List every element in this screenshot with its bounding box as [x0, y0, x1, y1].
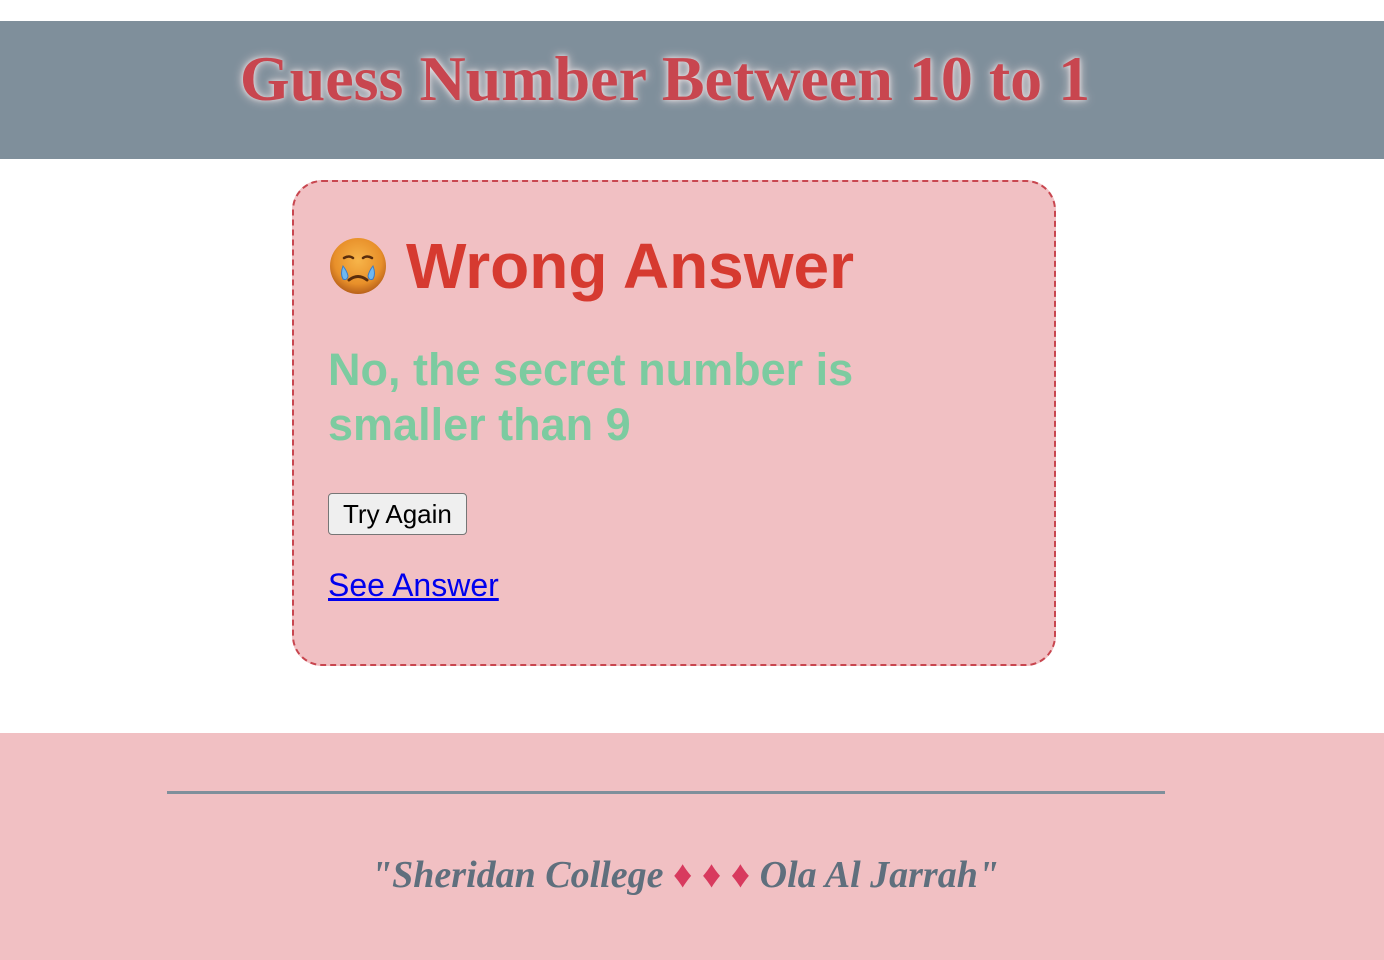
crying-face-icon — [328, 236, 388, 296]
footer-author: Ola Al Jarrah — [759, 854, 978, 896]
result-heading: Wrong Answer — [406, 230, 855, 302]
footer-college: Sheridan College — [392, 854, 664, 896]
footer-divider — [167, 791, 1165, 794]
footer-quote-close: " — [977, 854, 999, 896]
result-card: Wrong Answer No, the secret number is sm… — [292, 180, 1056, 666]
page-title: Guess Number Between 10 to 1 — [239, 43, 1091, 114]
footer-diamonds: ♦ ♦ ♦ — [672, 854, 751, 896]
page-header: Guess Number Between 10 to 1 — [0, 21, 1384, 159]
see-answer-link[interactable]: See Answer — [328, 565, 499, 605]
try-again-button[interactable]: Try Again — [328, 493, 467, 535]
page-footer: "Sheridan College ♦ ♦ ♦ Ola Al Jarrah" — [0, 733, 1384, 960]
hint-message: No, the secret number is smaller than 9 — [328, 344, 854, 450]
result-heading-row: Wrong Answer — [328, 230, 854, 302]
footer-quote-open: " — [371, 854, 393, 896]
footer-credit: "Sheridan College ♦ ♦ ♦ Ola Al Jarrah" — [0, 851, 1370, 899]
